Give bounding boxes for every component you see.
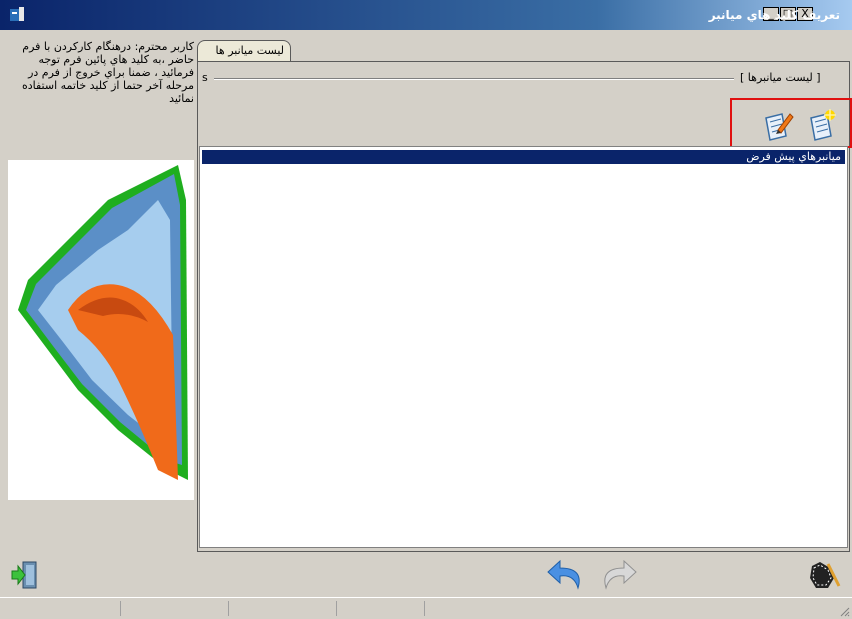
window-title: تعريف كليد هاي ميانبر — [708, 8, 840, 22]
status-separator — [228, 601, 229, 616]
user-message: كاربر محترم: درهنگام كاركردن با فرم حاضر… — [21, 40, 194, 105]
title-bar[interactable]: _ □ X تعريف كليد هاي ميانبر — [0, 0, 852, 30]
group-marker: s — [202, 71, 208, 84]
tools-icon[interactable] — [806, 558, 842, 592]
undo-icon[interactable] — [546, 558, 588, 592]
bottom-toolbar — [0, 556, 852, 596]
list-item[interactable]: ميانبرهاي پيش فرض — [202, 150, 845, 164]
status-bar — [0, 597, 852, 619]
tab-shortcut-list[interactable]: ليست ميانبر ها — [197, 40, 291, 62]
edit-document-icon[interactable] — [760, 108, 794, 142]
group-title: [ ليست ميانبرها ] — [740, 71, 821, 84]
main-window: _ □ X تعريف كليد هاي ميانبر كاربر محترم:… — [0, 0, 852, 619]
illustration-graphic — [18, 165, 188, 480]
new-document-icon[interactable] — [805, 108, 839, 142]
exit-icon[interactable] — [10, 560, 40, 590]
resize-grip-icon[interactable] — [838, 605, 850, 617]
status-separator — [120, 601, 121, 616]
status-separator — [424, 601, 425, 616]
redo-icon[interactable] — [596, 558, 638, 592]
side-illustration — [8, 160, 194, 500]
shortcut-list[interactable]: ميانبرهاي پيش فرض — [199, 146, 848, 548]
status-separator — [336, 601, 337, 616]
group-divider — [214, 78, 734, 80]
app-icon — [10, 7, 24, 21]
